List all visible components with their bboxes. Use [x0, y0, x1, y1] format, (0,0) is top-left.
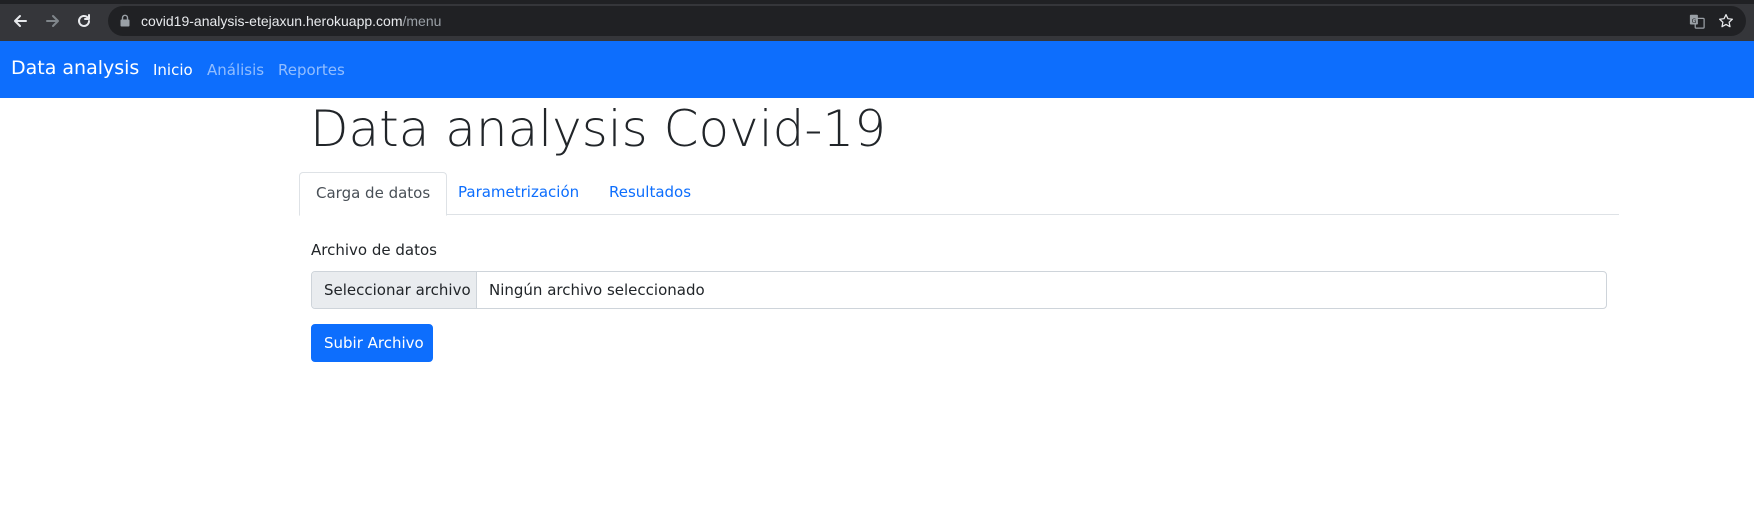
choose-file-button[interactable]: Seleccionar archivo — [312, 272, 477, 308]
file-label: Archivo de datos — [311, 241, 437, 259]
svg-text:G: G — [1692, 18, 1697, 25]
upload-file-button[interactable]: Subir Archivo — [311, 324, 433, 362]
tab-carga-de-datos[interactable]: Carga de datos — [299, 172, 448, 216]
page-title: Data analysis Covid-19 — [310, 100, 887, 158]
tab-bar: Carga de datos Parametrización Resultado… — [299, 172, 1619, 216]
file-status-text: Ningún archivo seleccionado — [489, 281, 705, 299]
translate-icon[interactable]: G — [1688, 12, 1706, 30]
nav-link-analisis[interactable]: Análisis — [207, 61, 264, 79]
tab-resultados[interactable]: Resultados — [593, 172, 707, 215]
reload-icon[interactable] — [71, 8, 97, 34]
navbar-brand[interactable]: Data analysis — [11, 57, 139, 79]
back-arrow-icon[interactable] — [7, 8, 33, 34]
nav-link-reportes[interactable]: Reportes — [278, 61, 345, 79]
star-icon[interactable] — [1717, 12, 1735, 30]
url-text: covid19-analysis-etejaxun.herokuapp.com/… — [141, 13, 441, 29]
file-input[interactable]: Seleccionar archivo Ningún archivo selec… — [311, 271, 1607, 309]
nav-link-inicio[interactable]: Inicio — [153, 61, 193, 79]
app-navbar: Data analysis Inicio Análisis Reportes — [0, 41, 1754, 98]
lock-icon — [120, 14, 130, 27]
forward-arrow-icon[interactable] — [40, 8, 66, 34]
address-bar[interactable]: covid19-analysis-etejaxun.herokuapp.com/… — [108, 6, 1746, 36]
url-path: /menu — [402, 13, 442, 29]
tab-parametrizacion[interactable]: Parametrización — [442, 172, 595, 215]
browser-toolbar: covid19-analysis-etejaxun.herokuapp.com/… — [0, 0, 1754, 41]
browser-tabstrip-edge — [0, 0, 1754, 4]
url-host: covid19-analysis-etejaxun.herokuapp.com — [141, 13, 403, 29]
